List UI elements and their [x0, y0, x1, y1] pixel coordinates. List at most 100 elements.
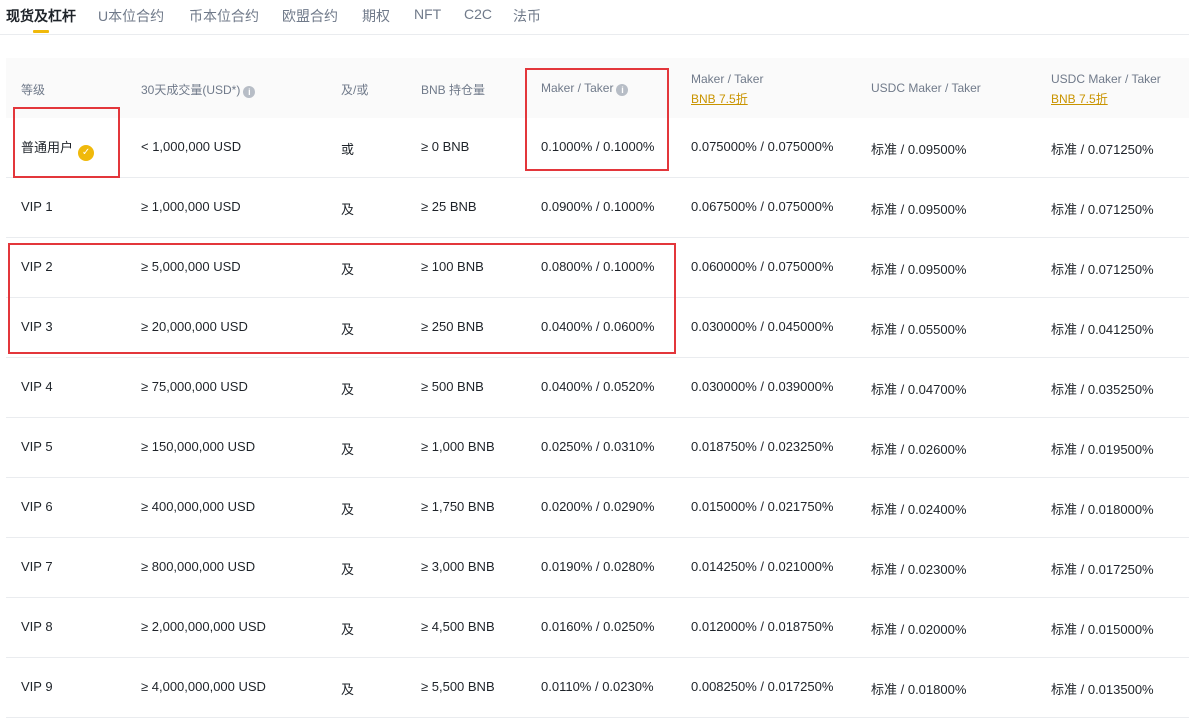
cell-usdc-maker-taker-bnb: 标准 / 0.018000%	[1051, 502, 1154, 517]
tab-fiat[interactable]: 法币	[513, 6, 541, 26]
header-volume-label: 30天成交量(USD*)	[141, 83, 241, 97]
header-maker-taker-label: Maker / Taker	[541, 81, 614, 95]
cell-bnb-holding: ≥ 4,500 BNB	[421, 619, 495, 634]
cell-maker-taker-bnb: 0.015000% / 0.021750%	[691, 499, 834, 514]
tab-coinm-futures[interactable]: 币本位合约	[189, 6, 259, 26]
cell-andor: 或	[341, 142, 355, 157]
cell-maker-taker: 0.0400% / 0.0600%	[541, 319, 655, 334]
cell-maker-taker: 0.1000% / 0.1000%	[541, 139, 655, 154]
cell-usdc-maker-taker-bnb: 标准 / 0.019500%	[1051, 442, 1154, 457]
tab-usdm-futures[interactable]: U本位合约	[98, 6, 164, 26]
cell-bnb-holding: ≥ 1,000 BNB	[421, 439, 495, 454]
cell-bnb-holding: ≥ 1,750 BNB	[421, 499, 495, 514]
cell-usdc-maker-taker: 标准 / 0.02000%	[871, 622, 967, 637]
cell-andor: 及	[341, 202, 355, 217]
cell-usdc-maker-taker-bnb: 标准 / 0.015000%	[1051, 622, 1154, 637]
header-bnb-holding: BNB 持仓量	[421, 83, 486, 97]
info-icon[interactable]: i	[616, 84, 629, 96]
cell-bnb-holding: ≥ 500 BNB	[421, 379, 484, 394]
cell-maker-taker-bnb: 0.012000% / 0.018750%	[691, 619, 834, 634]
cell-bnb-holding: ≥ 3,000 BNB	[421, 559, 495, 574]
header-level: 等级	[21, 83, 46, 97]
cell-maker-taker: 0.0250% / 0.0310%	[541, 439, 655, 454]
bnb-discount-link[interactable]: BNB 7.5折	[691, 90, 748, 107]
cell-usdc-maker-taker-bnb: 标准 / 0.071250%	[1051, 262, 1154, 277]
table-row: VIP 6 ≥ 400,000,000 USD 及 ≥ 1,750 BNB 0.0200…	[6, 478, 1189, 538]
cell-usdc-maker-taker-bnb: 标准 / 0.041250%	[1051, 322, 1154, 337]
cell-usdc-maker-taker-bnb: 标准 / 0.035250%	[1051, 382, 1154, 397]
cell-andor: 及	[341, 682, 355, 697]
cell-bnb-holding: ≥ 25 BNB	[421, 199, 477, 214]
cell-volume: ≥ 400,000,000 USD	[141, 499, 256, 514]
cell-maker-taker-bnb: 0.030000% / 0.039000%	[691, 379, 834, 394]
tab-spot-margin[interactable]: 现货及杠杆	[6, 6, 76, 26]
fee-table: 等级 30天成交量(USD*) i 及/或 BNB 持仓量 Maker / Tak…	[6, 58, 1189, 718]
cell-volume: ≥ 4,000,000,000 USD	[141, 679, 266, 694]
cell-maker-taker-bnb: 0.075000% / 0.075000%	[691, 139, 834, 154]
tab-eu-futures[interactable]: 欧盟合约	[282, 6, 338, 26]
cell-usdc-maker-taker: 标准 / 0.09500%	[871, 262, 967, 277]
cell-usdc-maker-taker: 标准 / 0.02400%	[871, 502, 967, 517]
cell-level: VIP 1	[21, 199, 53, 214]
tab-c2c[interactable]: C2C	[464, 6, 492, 22]
info-icon[interactable]: i	[243, 86, 256, 98]
cell-usdc-maker-taker: 标准 / 0.09500%	[871, 202, 967, 217]
cell-usdc-maker-taker-bnb: 标准 / 0.071250%	[1051, 202, 1154, 217]
cell-bnb-holding: ≥ 0 BNB	[421, 139, 470, 154]
verified-badge-icon: ✓	[78, 145, 95, 161]
header-usdc-maker-taker-bnb: USDC Maker / Taker	[1051, 72, 1161, 86]
cell-andor: 及	[341, 562, 355, 577]
cell-volume: ≥ 75,000,000 USD	[141, 379, 248, 394]
cell-andor: 及	[341, 502, 355, 517]
level-label: 普通用户	[21, 140, 74, 155]
cell-maker-taker: 0.0190% / 0.0280%	[541, 559, 655, 574]
cell-usdc-maker-taker: 标准 / 0.09500%	[871, 142, 967, 157]
header-usdc-maker-taker: USDC Maker / Taker	[871, 81, 981, 95]
product-tabs: 现货及杠杆 U本位合约 币本位合约 欧盟合约 期权 NFT C2C 法币	[0, 0, 1189, 35]
cell-andor: 及	[341, 442, 355, 457]
header-maker-taker: Maker / Taker i	[541, 81, 629, 96]
header-volume: 30天成交量(USD*) i	[141, 81, 256, 98]
table-header: 等级 30天成交量(USD*) i 及/或 BNB 持仓量 Maker / Tak…	[6, 58, 1189, 118]
cell-level: VIP 7	[21, 559, 53, 574]
table-row: VIP 7 ≥ 800,000,000 USD 及 ≥ 3,000 BNB 0.0190…	[6, 538, 1189, 598]
table-row: VIP 1 ≥ 1,000,000 USD 及 ≥ 25 BNB 0.0900% / 0…	[6, 178, 1189, 238]
cell-volume: < 1,000,000 USD	[141, 139, 242, 154]
cell-usdc-maker-taker: 标准 / 0.05500%	[871, 322, 967, 337]
cell-andor: 及	[341, 382, 355, 397]
cell-level: VIP 2	[21, 259, 53, 274]
cell-usdc-maker-taker: 标准 / 0.02300%	[871, 562, 967, 577]
tab-options[interactable]: 期权	[362, 6, 390, 26]
cell-level: VIP 9	[21, 679, 53, 694]
cell-andor: 及	[341, 262, 355, 277]
cell-level: VIP 4	[21, 379, 53, 394]
cell-andor: 及	[341, 622, 355, 637]
cell-maker-taker-bnb: 0.014250% / 0.021000%	[691, 559, 834, 574]
cell-usdc-maker-taker-bnb: 标准 / 0.071250%	[1051, 142, 1154, 157]
cell-andor: 及	[341, 322, 355, 337]
tab-nft[interactable]: NFT	[414, 6, 441, 22]
usdc-bnb-discount-link[interactable]: BNB 7.5折	[1051, 90, 1108, 107]
cell-maker-taker: 0.0160% / 0.0250%	[541, 619, 655, 634]
cell-usdc-maker-taker: 标准 / 0.01800%	[871, 682, 967, 697]
cell-usdc-maker-taker: 标准 / 0.04700%	[871, 382, 967, 397]
active-tab-indicator	[33, 30, 49, 33]
cell-level: VIP 6	[21, 499, 53, 514]
cell-bnb-holding: ≥ 250 BNB	[421, 319, 484, 334]
table-row: VIP 2 ≥ 5,000,000 USD 及 ≥ 100 BNB 0.0800% / …	[6, 238, 1189, 298]
cell-level: VIP 5	[21, 439, 53, 454]
cell-volume: ≥ 150,000,000 USD	[141, 439, 256, 454]
table-row: VIP 3 ≥ 20,000,000 USD 及 ≥ 250 BNB 0.0400% /…	[6, 298, 1189, 358]
cell-maker-taker-bnb: 0.008250% / 0.017250%	[691, 679, 834, 694]
table-body: 普通用户 ✓ < 1,000,000 USD 或 ≥ 0 BNB 0.1000% / 0.…	[6, 118, 1189, 718]
cell-maker-taker-bnb: 0.018750% / 0.023250%	[691, 439, 834, 454]
cell-volume: ≥ 800,000,000 USD	[141, 559, 256, 574]
cell-maker-taker-bnb: 0.067500% / 0.075000%	[691, 199, 834, 214]
cell-bnb-holding: ≥ 100 BNB	[421, 259, 484, 274]
cell-volume: ≥ 5,000,000 USD	[141, 259, 241, 274]
table-row: VIP 5 ≥ 150,000,000 USD 及 ≥ 1,000 BNB 0.0250…	[6, 418, 1189, 478]
cell-maker-taker: 0.0200% / 0.0290%	[541, 499, 655, 514]
cell-level: VIP 8	[21, 619, 53, 634]
table-row: VIP 9 ≥ 4,000,000,000 USD 及 ≥ 5,500 BNB 0.01…	[6, 658, 1189, 718]
table-row: VIP 4 ≥ 75,000,000 USD 及 ≥ 500 BNB 0.0400% /…	[6, 358, 1189, 418]
